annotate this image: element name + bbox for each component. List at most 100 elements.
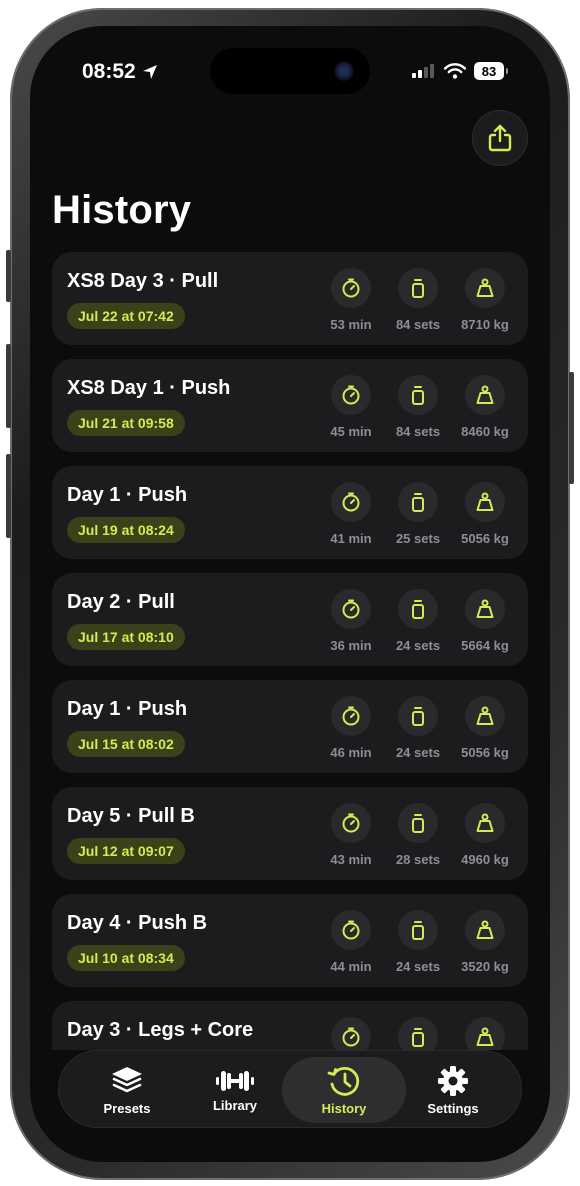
workout-card[interactable]: Day 4 · Push B Jul 10 at 08:34 44 min 24… xyxy=(52,894,528,987)
stack-icon xyxy=(112,1066,142,1092)
sets-value: 28 sets xyxy=(395,852,441,867)
workout-card[interactable]: XS8 Day 1 · Push Jul 21 at 09:58 45 min … xyxy=(52,359,528,452)
clock-text: 08:52 xyxy=(82,60,136,83)
sets-stat: 24 sets xyxy=(383,696,453,760)
volume-stat: 5056 kg xyxy=(450,482,520,546)
weight-icon xyxy=(465,696,505,736)
volume-value: 5664 kg xyxy=(461,638,509,653)
timer-icon xyxy=(331,589,371,629)
camera-icon xyxy=(334,61,354,81)
sets-value: 24 sets xyxy=(395,745,441,760)
location-arrow-icon xyxy=(142,65,157,79)
tab-library[interactable]: Library xyxy=(173,1057,297,1123)
volume-stat xyxy=(450,1017,520,1050)
weight-icon xyxy=(465,589,505,629)
status-bar: 08:52 83 xyxy=(30,26,550,118)
volume-stat: 3520 kg xyxy=(450,910,520,974)
weight-icon xyxy=(465,482,505,522)
sets-icon xyxy=(398,803,438,843)
workout-date-badge: Jul 19 at 08:24 xyxy=(67,517,185,543)
battery-level: 83 xyxy=(481,63,497,79)
workout-card[interactable]: Day 1 · Push Jul 19 at 08:24 41 min 25 s… xyxy=(52,466,528,559)
gear-icon xyxy=(438,1065,468,1096)
cellular-signal-icon xyxy=(412,64,434,78)
volume-value: 8710 kg xyxy=(461,317,509,332)
workout-card[interactable]: Day 1 · Push Jul 15 at 08:02 46 min 24 s… xyxy=(52,680,528,773)
sets-icon xyxy=(398,268,438,308)
dumbbell-icon xyxy=(216,1070,254,1091)
sets-icon xyxy=(398,589,438,629)
history-icon xyxy=(327,1066,360,1096)
tab-history[interactable]: History xyxy=(282,1057,406,1123)
workout-name: Day 1 · Push xyxy=(67,698,188,720)
tab-label: Library xyxy=(212,1097,258,1113)
workout-name: XS8 Day 1 · Push xyxy=(67,377,231,399)
volume-stat: 5056 kg xyxy=(450,696,520,760)
volume-stat: 4960 kg xyxy=(450,803,520,867)
tab-label: History xyxy=(321,1100,367,1116)
workout-card[interactable]: Day 2 · Pull Jul 17 at 08:10 36 min 24 s… xyxy=(52,573,528,666)
volume-stat: 5664 kg xyxy=(450,589,520,653)
workout-card[interactable]: Day 3 · Legs + Core xyxy=(52,1001,528,1050)
dynamic-island xyxy=(210,48,370,94)
status-time: 08:52 xyxy=(82,60,158,84)
sets-stat: 24 sets xyxy=(383,910,453,974)
wifi-icon xyxy=(444,63,466,79)
weight-icon xyxy=(465,1017,505,1050)
duration-stat xyxy=(316,1017,386,1050)
volume-value: 4960 kg xyxy=(461,852,509,867)
sets-stat xyxy=(383,1017,453,1050)
workout-list[interactable]: XS8 Day 3 · Pull Jul 22 at 07:42 53 min … xyxy=(52,252,528,1050)
volume-value: 8460 kg xyxy=(461,424,509,439)
duration-stat: 44 min xyxy=(316,910,386,974)
duration-stat: 53 min xyxy=(316,268,386,332)
sets-icon xyxy=(398,375,438,415)
duration-stat: 45 min xyxy=(316,375,386,439)
duration-stat: 46 min xyxy=(316,696,386,760)
share-button[interactable] xyxy=(472,110,528,166)
action-button xyxy=(6,250,11,302)
weight-icon xyxy=(465,803,505,843)
volume-stat: 8710 kg xyxy=(450,268,520,332)
sets-stat: 84 sets xyxy=(383,375,453,439)
workout-name: Day 4 · Push B xyxy=(67,912,208,934)
timer-icon xyxy=(331,1017,371,1050)
workout-name: Day 5 · Pull B xyxy=(67,805,195,827)
workout-name: XS8 Day 3 · Pull xyxy=(67,270,219,292)
page-title: History xyxy=(52,188,192,232)
duration-value: 36 min xyxy=(330,638,372,653)
screen: 08:52 83 History XS8 Day 3 · Pull Jul 22… xyxy=(30,26,550,1162)
sets-stat: 25 sets xyxy=(383,482,453,546)
sets-value: 84 sets xyxy=(395,424,441,439)
workout-date-badge: Jul 12 at 09:07 xyxy=(67,838,185,864)
duration-value: 41 min xyxy=(330,531,372,546)
weight-icon xyxy=(465,268,505,308)
duration-stat: 41 min xyxy=(316,482,386,546)
tab-settings[interactable]: Settings xyxy=(391,1057,515,1123)
sets-icon xyxy=(398,482,438,522)
workout-card[interactable]: XS8 Day 3 · Pull Jul 22 at 07:42 53 min … xyxy=(52,252,528,345)
sets-stat: 28 sets xyxy=(383,803,453,867)
timer-icon xyxy=(331,482,371,522)
duration-value: 43 min xyxy=(330,852,372,867)
workout-date-badge: Jul 22 at 07:42 xyxy=(67,303,185,329)
duration-value: 44 min xyxy=(330,959,372,974)
workout-name: Day 3 · Legs + Core xyxy=(67,1019,254,1041)
sets-stat: 24 sets xyxy=(383,589,453,653)
workout-date-badge: Jul 21 at 09:58 xyxy=(67,410,185,436)
volume-down-button xyxy=(6,454,11,538)
duration-value: 46 min xyxy=(330,745,372,760)
share-icon xyxy=(488,124,512,152)
sets-value: 24 sets xyxy=(395,638,441,653)
workout-card[interactable]: Day 5 · Pull B Jul 12 at 09:07 43 min 28… xyxy=(52,787,528,880)
weight-icon xyxy=(465,910,505,950)
duration-stat: 36 min xyxy=(316,589,386,653)
sets-value: 84 sets xyxy=(395,317,441,332)
sets-icon xyxy=(398,696,438,736)
tab-presets[interactable]: Presets xyxy=(65,1057,189,1123)
timer-icon xyxy=(331,375,371,415)
volume-value: 5056 kg xyxy=(461,531,509,546)
battery-indicator: 83 xyxy=(474,62,508,80)
volume-value: 3520 kg xyxy=(461,959,509,974)
workout-date-badge: Jul 10 at 08:34 xyxy=(67,945,185,971)
